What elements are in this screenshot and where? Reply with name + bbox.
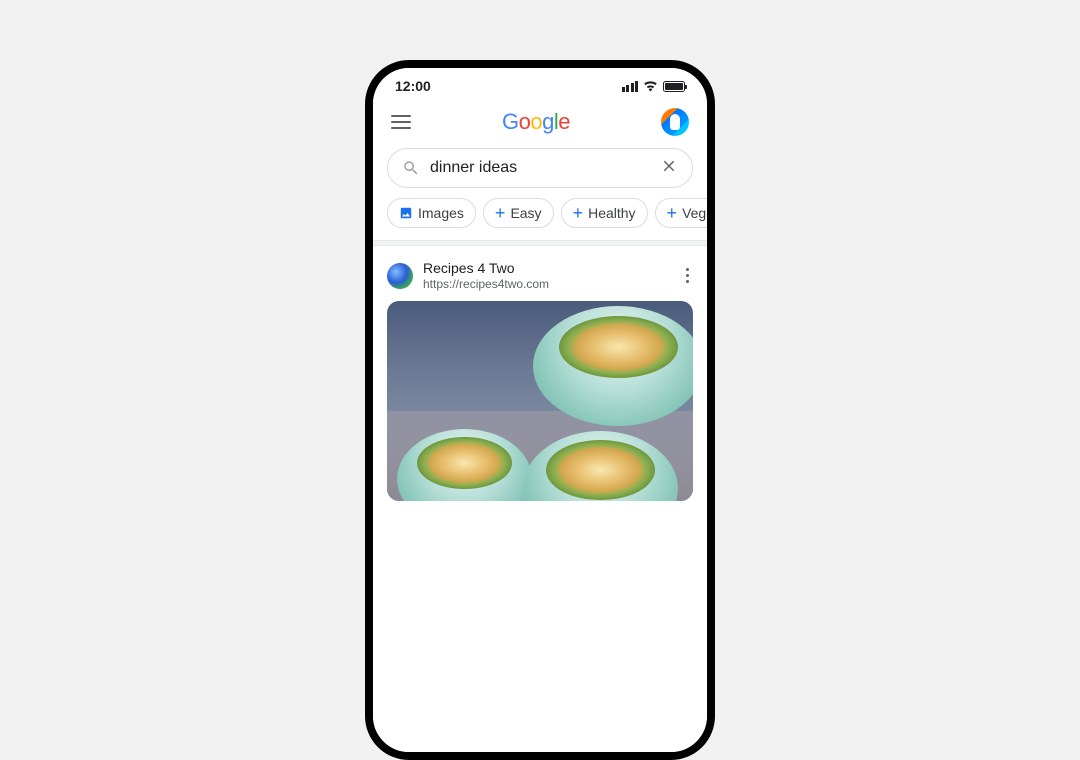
chip-images[interactable]: Images: [387, 198, 476, 228]
site-url: https://recipes4two.com: [423, 277, 672, 291]
status-icons: [622, 80, 686, 92]
plus-icon: +: [667, 206, 678, 220]
status-time: 12:00: [395, 78, 431, 94]
result-header: Recipes 4 Two https://recipes4two.com: [387, 260, 693, 291]
image-icon: [399, 206, 413, 220]
plus-icon: +: [495, 206, 506, 220]
google-logo[interactable]: Google: [502, 109, 570, 135]
search-icon: [402, 159, 420, 177]
chip-label: Healthy: [588, 205, 635, 221]
battery-icon: [663, 81, 685, 92]
clear-icon[interactable]: [660, 157, 678, 179]
chip-label: Easy: [510, 205, 541, 221]
chip-vegetarian[interactable]: + Veget: [655, 198, 707, 228]
wifi-icon: [643, 80, 658, 92]
site-info: Recipes 4 Two https://recipes4two.com: [423, 260, 672, 291]
search-bar[interactable]: [387, 148, 693, 188]
menu-icon[interactable]: [391, 111, 411, 133]
search-input[interactable]: [430, 159, 650, 177]
chip-label: Veget: [682, 205, 707, 221]
chip-label: Images: [418, 205, 464, 221]
chip-easy[interactable]: + Easy: [483, 198, 554, 228]
result-thumbnail[interactable]: [387, 301, 693, 501]
site-favicon: [387, 263, 413, 289]
chip-healthy[interactable]: + Healthy: [561, 198, 648, 228]
plus-icon: +: [573, 206, 584, 220]
avatar[interactable]: [661, 108, 689, 136]
filter-chips: Images + Easy + Healthy + Veget: [373, 198, 707, 240]
status-bar: 12:00: [373, 68, 707, 98]
site-name: Recipes 4 Two: [423, 260, 672, 277]
search-container: [373, 144, 707, 198]
screen: 12:00 Google: [373, 68, 707, 752]
cellular-icon: [622, 81, 639, 92]
app-header: Google: [373, 98, 707, 144]
phone-frame: 12:00 Google: [365, 60, 715, 760]
more-options-icon[interactable]: [682, 264, 694, 288]
search-result[interactable]: Recipes 4 Two https://recipes4two.com: [373, 246, 707, 501]
